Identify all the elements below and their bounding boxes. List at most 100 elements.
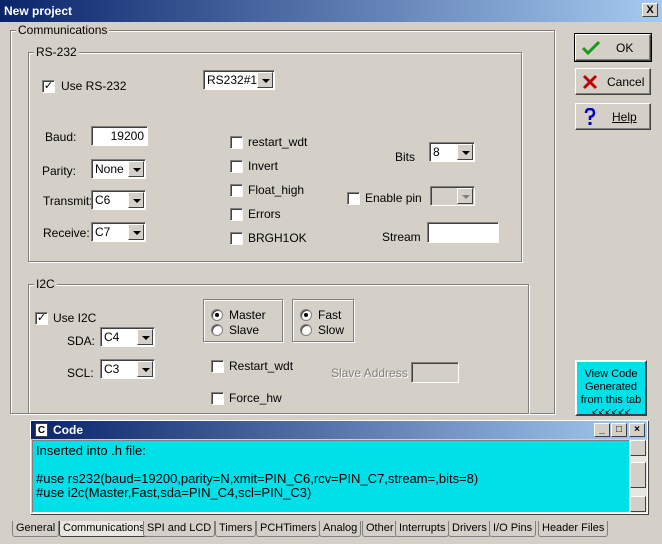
- window-titlebar[interactable]: New project: [0, 0, 662, 22]
- enable-pin-checkbox[interactable]: [347, 192, 360, 205]
- baud-input[interactable]: 19200: [91, 126, 148, 146]
- code-window[interactable]: Code C _ □ × Inserted into .h file: #use…: [30, 420, 648, 514]
- use-rs232-checkbox[interactable]: ✓: [42, 80, 55, 93]
- brgh1ok-label: BRGH1OK: [248, 231, 307, 245]
- radio-dot: [215, 313, 219, 317]
- minimize-icon[interactable]: _: [594, 423, 610, 437]
- code-window-icon: C: [35, 423, 48, 437]
- chevron-down-icon[interactable]: [137, 329, 153, 345]
- view-code-line2: Generated: [585, 381, 637, 393]
- tab-header-files[interactable]: Header Files: [538, 521, 609, 537]
- bits-value: 8: [433, 145, 440, 159]
- scl-select[interactable]: C3: [100, 359, 155, 379]
- tab-general[interactable]: General: [12, 521, 60, 537]
- tab-interrupts[interactable]: Interrupts: [395, 521, 450, 537]
- scl-label: SCL:: [67, 366, 94, 380]
- tab-pchtimers[interactable]: PCHTimers: [256, 521, 321, 537]
- stream-label: Stream: [382, 230, 421, 244]
- parity-value: None: [95, 162, 124, 176]
- chevron-down-icon: [457, 188, 473, 204]
- force-hw-checkbox[interactable]: [211, 392, 224, 405]
- view-code-arrows: ↙↙↙↙↙↙: [591, 406, 631, 416]
- cancel-button[interactable]: Cancel: [575, 68, 651, 95]
- help-button[interactable]: Help: [575, 103, 651, 130]
- code-scrollbar[interactable]: [630, 440, 647, 513]
- chevron-down-icon[interactable]: [128, 161, 144, 177]
- chevron-down-icon[interactable]: [137, 361, 153, 377]
- force-hw-label: Force_hw: [229, 391, 282, 405]
- view-code-button[interactable]: View Code Generated from this tab ↙↙↙↙↙↙: [575, 360, 647, 416]
- use-i2c-checkbox[interactable]: ✓: [35, 312, 48, 325]
- parity-select[interactable]: None: [91, 159, 146, 179]
- slave-radio[interactable]: [211, 324, 223, 336]
- ok-button[interactable]: OK: [574, 33, 652, 62]
- code-window-title: Code: [53, 423, 83, 437]
- tab-drivers[interactable]: Drivers: [448, 521, 491, 537]
- maximize-icon[interactable]: □: [611, 423, 627, 437]
- sda-select[interactable]: C4: [100, 327, 155, 347]
- code-line: #use i2c(Master,Fast,sda=PIN_C4,scl=PIN_…: [36, 485, 312, 500]
- invert-label: Invert: [248, 159, 279, 173]
- chevron-down-icon[interactable]: [257, 72, 273, 88]
- tab-strip: General Communications SPI and LCD Timer…: [10, 521, 660, 539]
- tab-spi-and-lcd[interactable]: SPI and LCD: [143, 521, 216, 537]
- receive-label: Receive:: [43, 226, 90, 240]
- brgh1ok-checkbox[interactable]: [230, 232, 243, 245]
- scroll-thumb[interactable]: [630, 462, 646, 488]
- rs232-port-select[interactable]: RS232#1: [203, 70, 275, 90]
- question-icon: [584, 108, 596, 125]
- view-code-line1: View Code: [584, 368, 638, 380]
- receive-value: C7: [95, 225, 111, 239]
- cancel-label: Cancel: [607, 75, 645, 89]
- tab-timers[interactable]: Timers: [215, 521, 257, 537]
- close-icon[interactable]: X: [642, 3, 658, 17]
- master-label: Master: [229, 308, 266, 322]
- scroll-up-icon[interactable]: [630, 440, 646, 456]
- transmit-value: C6: [95, 193, 111, 207]
- fast-radio[interactable]: [300, 309, 312, 321]
- i2c-restart-wdt-label: Restart_wdt: [229, 359, 294, 373]
- window-title: New project: [4, 4, 73, 18]
- chevron-down-icon[interactable]: [457, 144, 473, 160]
- slave-label: Slave: [229, 323, 260, 337]
- use-rs232-label: Use RS-232: [61, 79, 127, 93]
- enable-pin-label: Enable pin: [365, 191, 422, 205]
- code-window-titlebar[interactable]: Code: [31, 421, 647, 439]
- fast-label: Fast: [318, 308, 342, 322]
- stream-input[interactable]: [427, 222, 499, 243]
- bits-select[interactable]: 8: [429, 142, 475, 162]
- slave-address-input: [411, 362, 459, 383]
- chevron-down-icon[interactable]: [128, 224, 144, 240]
- scroll-down-icon[interactable]: [630, 496, 646, 512]
- tab-other[interactable]: Other: [362, 521, 398, 537]
- restart-wdt-checkbox[interactable]: [230, 136, 243, 149]
- receive-select[interactable]: C7: [91, 222, 146, 242]
- communications-group-label: Communications: [16, 23, 110, 37]
- tab-io-pins[interactable]: I/O Pins: [489, 521, 537, 537]
- tab-analog[interactable]: Analog: [319, 521, 362, 537]
- sda-value: C4: [104, 330, 120, 344]
- cross-icon: [582, 74, 598, 90]
- rs232-port-value: RS232#1: [207, 73, 258, 87]
- scl-value: C3: [104, 362, 120, 376]
- transmit-label: Transmit:: [43, 194, 93, 208]
- chevron-down-icon[interactable]: [128, 192, 144, 208]
- invert-checkbox[interactable]: [230, 160, 243, 173]
- float-high-label: Float_high: [248, 183, 305, 197]
- close-icon[interactable]: ×: [629, 423, 645, 437]
- tab-communications[interactable]: Communications: [59, 521, 149, 537]
- i2c-restart-wdt-checkbox[interactable]: [211, 360, 224, 373]
- master-radio[interactable]: [211, 309, 223, 321]
- code-body[interactable]: Inserted into .h file: #use rs232(baud=1…: [32, 440, 630, 513]
- slow-label: Slow: [318, 323, 345, 337]
- transmit-select[interactable]: C6: [91, 190, 146, 210]
- slave-address-label: Slave Address: [331, 366, 408, 380]
- restart-wdt-label: restart_wdt: [248, 135, 308, 149]
- enable-pin-select: [430, 186, 475, 206]
- float-high-checkbox[interactable]: [230, 184, 243, 197]
- slow-radio[interactable]: [300, 324, 312, 336]
- i2c-group-label: I2C: [34, 277, 57, 291]
- errors-checkbox[interactable]: [230, 208, 243, 221]
- code-line: Inserted into .h file:: [36, 443, 146, 458]
